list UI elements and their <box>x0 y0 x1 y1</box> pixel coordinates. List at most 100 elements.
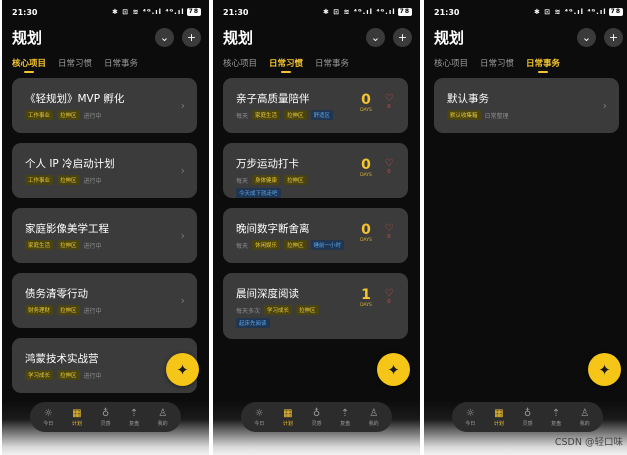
streak-counter: 0 DAYS <box>356 222 376 243</box>
tab-daily-affairs[interactable]: 日常事务 <box>526 57 560 73</box>
nav-item-plan[interactable]: ▦ 计划 <box>65 408 89 427</box>
nav-item-inspiration[interactable]: ♁ 灵感 <box>304 408 328 427</box>
sparkle-icon[interactable]: ✦ <box>166 353 199 386</box>
chevron-right-icon: › <box>180 229 185 242</box>
tag-zone: 拉伸区 <box>57 240 80 250</box>
phone-screen-daily-affairs: 21:30 ✱ ⊡ ≋ ⁴ᴳ.ıl ⁴ᴳ.ıl 78 规划 ⌄ + 核心项目 日常… <box>424 0 627 455</box>
nav-item-mine[interactable]: ♙ 我的 <box>362 408 386 427</box>
nav-item-today[interactable]: ☼ 今日 <box>36 408 60 427</box>
tab-core-projects[interactable]: 核心项目 <box>12 57 46 73</box>
project-list: 《轻规划》MVP 孵化 工作事业 拉伸区 进行中 › 个人 IP 冷启动计划 工作事… <box>12 78 197 403</box>
tab-daily-affairs[interactable]: 日常事务 <box>104 57 138 72</box>
habit-title: 亲子高质量陪伴 <box>236 93 310 105</box>
nav-label: 今日 <box>465 420 476 427</box>
status-time: 21:30 <box>434 7 460 17</box>
page-title: 规划 <box>223 29 254 47</box>
sparkle-icon[interactable]: ✦ <box>377 353 410 386</box>
tag-inbox: 默认收集箱 <box>447 110 481 120</box>
habit-card[interactable]: 晚间数字断舍离 每天 休闲娱乐 拉伸区 睡前一小时 0 DAYS ♡ 0 <box>223 208 408 263</box>
compass-icon: ⇡ <box>551 407 561 419</box>
like-count: 0 <box>387 299 391 305</box>
habit-frequency: 每天 <box>236 177 249 185</box>
tag-cue: 舒适区 <box>310 110 334 120</box>
streak-days: 0 <box>361 92 371 108</box>
project-card[interactable]: 个人 IP 冷启动计划 工作事业 拉伸区 进行中 › <box>12 143 197 198</box>
tag-category: 学习成长 <box>264 305 293 315</box>
nav-label: 计划 <box>71 420 82 427</box>
nav-item-review[interactable]: ⇡ 复盘 <box>333 408 357 427</box>
nav-label: 复盘 <box>551 420 562 427</box>
nav-label: 我的 <box>157 420 168 427</box>
tab-core-projects[interactable]: 核心项目 <box>434 57 468 72</box>
habit-frequency: 每天 <box>236 112 249 120</box>
nav-item-inspiration[interactable]: ♁ 灵感 <box>93 408 117 427</box>
project-status: 进行中 <box>83 307 102 315</box>
habit-card[interactable]: 万步运动打卡 每天 身体健康 拉伸区 今天成下就走吧 0 DAYS ♡ 0 <box>223 143 408 198</box>
project-card[interactable]: 《轻规划》MVP 孵化 工作事业 拉伸区 进行中 › <box>12 78 197 133</box>
plus-icon[interactable]: + <box>393 27 412 47</box>
habit-card[interactable]: 亲子高质量陪伴 每天 家庭生活 拉伸区 舒适区 0 DAYS ♡ 0 <box>223 78 408 133</box>
affair-card[interactable]: 默认事务 默认收集箱 日常整理 › <box>434 78 619 133</box>
heart-icon[interactable]: ♡ 0 <box>382 288 396 306</box>
nav-item-today[interactable]: ☼ 今日 <box>458 408 482 427</box>
chevron-down-icon[interactable]: ⌄ <box>577 27 596 47</box>
nav-item-plan[interactable]: ▦ 计划 <box>487 408 511 427</box>
tag-category: 工作事业 <box>25 175 54 185</box>
tag-cue: 睡前一小时 <box>310 240 345 250</box>
page-title: 规划 <box>434 29 465 47</box>
page-header: 规划 ⌄ + <box>223 26 412 48</box>
plus-icon[interactable]: + <box>182 27 201 47</box>
chevron-down-icon[interactable]: ⌄ <box>155 27 174 47</box>
nav-label: 计划 <box>493 420 504 427</box>
nav-label: 灵感 <box>311 420 322 427</box>
nav-item-review[interactable]: ⇡ 复盘 <box>122 408 146 427</box>
status-icons: ✱ ⊡ ≋ ⁴ᴳ.ıl ⁴ᴳ.ıl 78 <box>323 8 412 16</box>
sparkle-icon[interactable]: ✦ <box>588 353 621 386</box>
tab-daily-habits[interactable]: 日常习惯 <box>269 57 303 73</box>
chevron-down-icon[interactable]: ⌄ <box>366 27 385 47</box>
bulb-icon: ♁ <box>312 407 321 419</box>
nav-item-inspiration[interactable]: ♁ 灵感 <box>515 408 539 427</box>
calendar-icon: ▦ <box>72 407 82 419</box>
plus-icon[interactable]: + <box>604 27 623 47</box>
nav-item-mine[interactable]: ♙ 我的 <box>573 408 597 427</box>
nav-item-plan[interactable]: ▦ 计划 <box>276 408 300 427</box>
tab-daily-habits[interactable]: 日常习惯 <box>58 57 92 72</box>
streak-days: 0 <box>361 157 371 173</box>
nav-item-review[interactable]: ⇡ 复盘 <box>544 408 568 427</box>
heart-icon[interactable]: ♡ 0 <box>382 93 396 111</box>
streak-label: DAYS <box>360 108 372 113</box>
tab-daily-habits[interactable]: 日常习惯 <box>480 57 514 72</box>
tab-bar: 核心项目 日常习惯 日常事务 <box>223 57 349 73</box>
tag-cue: 今天成下就走吧 <box>236 188 281 198</box>
project-card[interactable]: 债务清零行动 财务理财 拉伸区 进行中 › <box>12 273 197 328</box>
status-icons: ✱ ⊡ ≋ ⁴ᴳ.ıl ⁴ᴳ.ıl 78 <box>534 8 623 16</box>
habit-list: 亲子高质量陪伴 每天 家庭生活 拉伸区 舒适区 0 DAYS ♡ 0 万步运动打卡 每天身… <box>223 78 408 349</box>
habit-title: 晨间深度阅读 <box>236 288 299 300</box>
sun-icon: ☼ <box>465 407 475 419</box>
tab-daily-affairs[interactable]: 日常事务 <box>315 57 349 72</box>
project-title: 债务清零行动 <box>25 288 88 300</box>
tag-zone: 拉伸区 <box>296 305 319 315</box>
nav-item-today[interactable]: ☼ 今日 <box>247 408 271 427</box>
status-icons: ✱ ⊡ ≋ ⁴ᴳ.ıl ⁴ᴳ.ıl 78 <box>112 8 201 16</box>
heart-icon[interactable]: ♡ 0 <box>382 158 396 176</box>
bulb-icon: ♁ <box>523 407 532 419</box>
project-title: 家庭影像美学工程 <box>25 223 109 235</box>
tag-category: 家庭生活 <box>252 110 281 120</box>
streak-counter: 0 DAYS <box>356 92 376 113</box>
bulb-icon: ♁ <box>101 407 110 419</box>
tab-core-projects[interactable]: 核心项目 <box>223 57 257 72</box>
compass-icon: ⇡ <box>340 407 350 419</box>
tag-category: 学习成长 <box>25 370 54 380</box>
streak-counter: 1 DAYS <box>356 287 376 308</box>
nav-item-mine[interactable]: ♙ 我的 <box>151 408 175 427</box>
status-bar: 21:30 ✱ ⊡ ≋ ⁴ᴳ.ıl ⁴ᴳ.ıl 78 <box>434 6 623 18</box>
habit-card[interactable]: 晨间深度阅读 每天多次 学习成长 拉伸区 起床先阅读 1 DAYS ♡ 0 <box>223 273 408 339</box>
heart-icon[interactable]: ♡ 0 <box>382 223 396 241</box>
habit-frequency: 每天 <box>236 242 249 250</box>
like-count: 0 <box>387 169 391 175</box>
tab-bar: 核心项目 日常习惯 日常事务 <box>434 57 560 73</box>
project-card[interactable]: 家庭影像美学工程 家庭生活 拉伸区 进行中 › <box>12 208 197 263</box>
page-header: 规划 ⌄ + <box>12 26 201 48</box>
